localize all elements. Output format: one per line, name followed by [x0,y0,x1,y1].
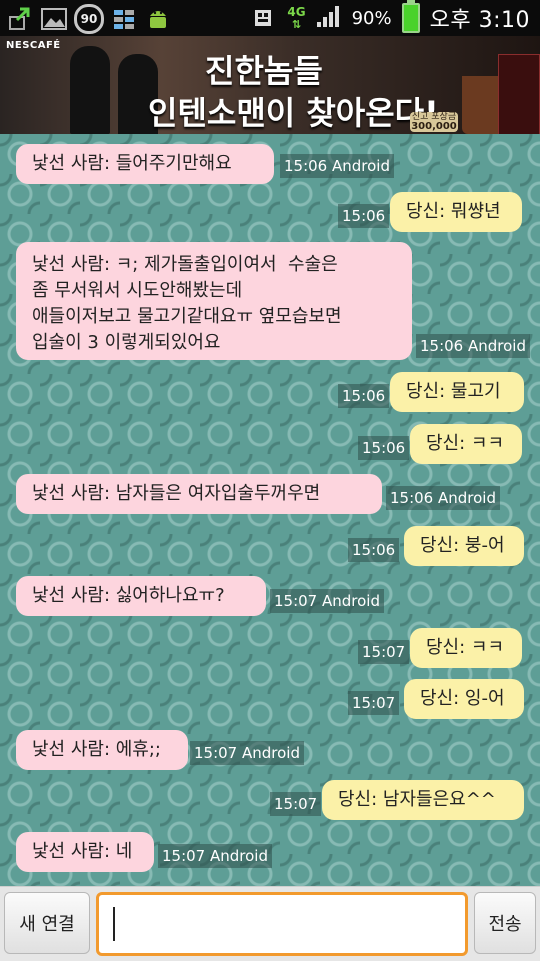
network-type-label: 4G [287,4,306,19]
message-bubble-stranger: 낯선 사람: ㅋ; 제가돌출입이여서 수술은 좀 무서워서 시도안해봤는데 애들… [16,242,412,360]
message-timestamp: 15:07 [348,691,400,715]
clock: 오후 3:10 [429,8,530,33]
network-type: 4G ⇅ [287,6,305,31]
message-bubble-stranger: 낯선 사람: 네 [16,832,154,872]
ad-headline-line2: 인텐소맨이 찾아온다! [148,94,439,132]
send-button[interactable]: 전송 [474,892,536,954]
battery-percent: 90% [351,7,392,29]
message-bubble-you: 당신: 잉-어 [404,679,524,719]
battery-icon [401,0,420,33]
message-timestamp: 15:06 [338,384,390,408]
message-bubble-you: 당신: 남자들은요^^ [322,780,524,820]
ad-headline-line1: 진한놈들 [205,52,323,90]
status-bar: 90 4G ⇅ 90% 오후 3:10 [0,0,540,36]
message-timestamp: 15:06 [338,204,390,228]
message-bubble-you: 당신: ㅋㅋ [410,424,522,464]
notification-icons: 90 [6,4,172,34]
message-bubble-stranger: 낯선 사람: 들어주기만해요 [16,144,274,184]
ad-product-box-image [498,54,540,134]
chat-log[interactable]: 낯선 사람: 들어주기만해요 15:06 Android 15:06 당신: 뭐… [0,134,540,886]
message-bubble-you: 당신: 물고기 [390,372,524,412]
message-timestamp: 15:07 Android [270,589,384,613]
vibrate-icon [249,4,277,32]
ad-banner[interactable]: NESCAFÉ 진한놈들 인텐소맨이 찾아온다! 신고 포상금 300,000 [0,36,540,134]
message-timestamp: 15:06 Android [280,154,394,178]
text-caret [113,907,115,941]
data-arrows-icon: ⇅ [291,17,302,31]
ad-figure-left [70,46,110,134]
image-icon [40,5,68,33]
signal-icon [316,4,342,32]
new-connection-button[interactable]: 새 연결 [4,892,90,954]
grid-icon [110,5,138,33]
ad-reward-badge: 신고 포상금 300,000 [410,112,458,132]
message-bubble-you: 당신: 붕-어 [404,526,524,566]
message-bubble-you: 당신: 뭐썅년 [390,192,522,232]
speed-limit-text: 90 [80,12,98,26]
message-timestamp: 15:06 Android [416,334,530,358]
message-timestamp: 15:06 [358,436,410,460]
compose-bar: 새 연결 전송 [0,886,540,961]
message-bubble-you: 당신: ㅋㅋ [410,628,522,668]
message-input[interactable] [96,892,468,956]
message-timestamp: 15:07 [358,640,410,664]
message-bubble-stranger: 낯선 사람: 에휴;; [16,730,188,770]
speed-limit-90-icon: 90 [74,4,104,34]
message-timestamp: 15:07 [270,792,322,816]
message-timestamp: 15:07 Android [190,741,304,765]
android-icon [144,5,172,33]
message-timestamp: 15:06 [348,538,400,562]
ad-brand-logo: NESCAFÉ [6,40,61,51]
message-bubble-stranger: 낯선 사람: 싫어하나요ㅠ? [16,576,266,616]
message-timestamp: 15:06 Android [386,486,500,510]
ad-badge-line2: 300,000 [411,121,457,132]
message-timestamp: 15:07 Android [158,844,272,868]
message-bubble-stranger: 낯선 사람: 남자들은 여자입술두꺼우면 [16,474,382,514]
upload-icon [6,5,34,33]
status-indicators: 4G ⇅ 90% 오후 3:10 [249,0,530,34]
